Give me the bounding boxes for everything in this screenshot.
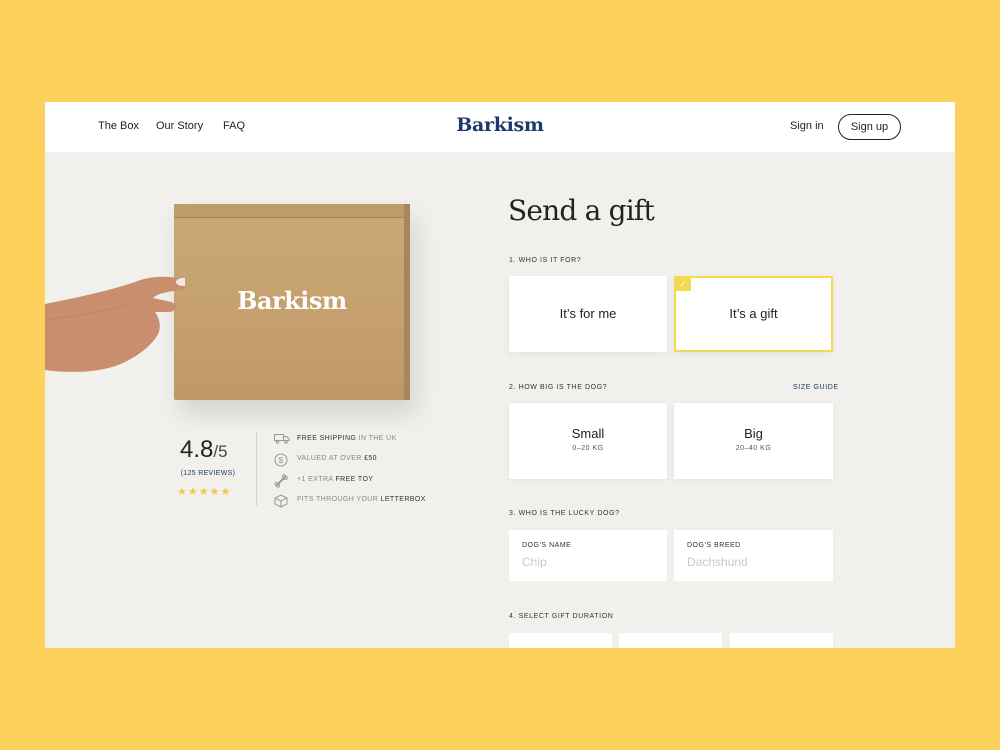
box-logo: Barkism [237, 286, 347, 315]
product-image: Barkism [45, 152, 445, 422]
option-label: It’s for me [559, 306, 617, 321]
dog-breed-input[interactable] [687, 555, 807, 569]
dog-name-label: DOG’S NAME [522, 542, 572, 549]
perk-strong: £50 [364, 455, 377, 462]
perk-strong: FREE SHIPPING [297, 435, 357, 442]
dog-breed-label: DOG’S BREED [687, 542, 741, 549]
question-gift-duration: 4. SELECT GIFT DURATION [509, 613, 614, 620]
box-icon [274, 494, 288, 508]
rating-score: 4.8/5 [180, 436, 228, 464]
duration-option[interactable] [509, 633, 612, 648]
option-gift[interactable]: ✓ It’s a gift [674, 276, 833, 352]
check-icon: ✓ [675, 277, 691, 291]
truck-icon [274, 434, 290, 444]
question-dog-size: 2. HOW BIG IS THE DOG? [509, 384, 608, 391]
duration-option[interactable] [619, 633, 722, 648]
hand-image [45, 276, 185, 372]
option-weight: 0–20 KG [572, 445, 604, 452]
reviews-link[interactable]: (125 REVIEWS) [178, 470, 238, 477]
option-label: Big [744, 426, 763, 441]
gift-box-image: Barkism [174, 204, 410, 400]
duration-option[interactable] [730, 633, 833, 648]
signup-button[interactable]: Sign up [838, 114, 901, 140]
option-weight: 20–40 KG [735, 445, 772, 452]
rating-max: /5 [213, 442, 228, 461]
divider [256, 432, 257, 506]
question-lucky-dog: 3. WHO IS THE LUCKY DOG? [509, 510, 620, 517]
option-small[interactable]: Small 0–20 KG [509, 403, 667, 479]
dog-name-field[interactable]: DOG’S NAME [509, 530, 667, 581]
option-label: It’s a gift [729, 306, 778, 321]
option-label: Small [571, 426, 605, 441]
signin-link[interactable]: Sign in [790, 120, 824, 132]
star-rating: ★★★★★ [177, 486, 232, 498]
box-flap [174, 204, 410, 218]
coin-icon: $ [274, 453, 288, 467]
option-big[interactable]: Big 20–40 KG [674, 403, 833, 479]
perk-strong: FREE TOY [335, 476, 374, 483]
page-frame: The Box Our Story FAQ Barkism Sign in Si… [45, 102, 955, 648]
perk-text: +1 EXTRA [297, 476, 336, 483]
bone-icon [274, 474, 288, 488]
perk-text: IN THE UK [356, 435, 397, 442]
perk-text: FITS THROUGH YOUR [297, 496, 381, 503]
svg-text:$: $ [279, 456, 284, 465]
rating-value: 4.8 [180, 436, 214, 463]
option-for-me[interactable]: It’s for me [509, 276, 667, 352]
question-who-for: 1. WHO IS IT FOR? [509, 257, 582, 264]
perk-strong: LETTERBOX [380, 496, 426, 503]
dog-breed-field[interactable]: DOG’S BREED [674, 530, 833, 581]
dog-name-input[interactable] [522, 555, 642, 569]
page-title: Send a gift [508, 194, 655, 227]
size-guide-link[interactable]: SIZE GUIDE [793, 384, 839, 391]
perk-text: VALUED AT OVER [297, 455, 365, 462]
top-nav: The Box Our Story FAQ Barkism Sign in Si… [45, 102, 955, 152]
